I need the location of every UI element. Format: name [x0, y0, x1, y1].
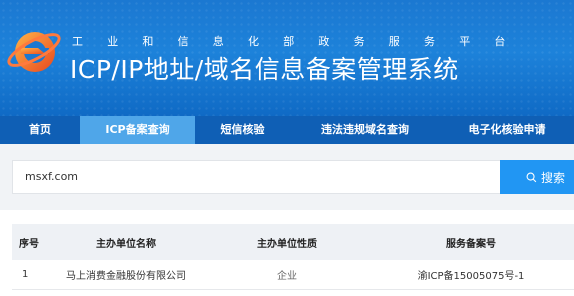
search-button[interactable]: 搜索	[500, 160, 574, 194]
header-index: 序号	[19, 238, 39, 250]
main-nav: 首页 ICP备案查询 短信核验 违法违规域名查询 电子化核验申请	[0, 116, 574, 144]
table-row[interactable]: 1 马上消费金融股份有限公司 企业 渝ICP备15005075号-1	[12, 260, 574, 290]
results-table: 序号 主办单位名称 主办单位性质 服务备案号 1 马上消费金融股份有限公司 企业…	[12, 224, 574, 290]
nav-home[interactable]: 首页	[0, 116, 80, 144]
system-title: ICP/IP地址/域名信息备案管理系统	[70, 55, 459, 84]
header-organizer-name: 主办单位名称	[96, 238, 156, 250]
nav-icp-query[interactable]: ICP备案查询	[80, 116, 195, 144]
header-organizer-type: 主办单位性质	[257, 238, 317, 250]
row-organizer-name: 马上消费金融股份有限公司	[66, 271, 186, 282]
platform-subtitle: 工业和信息化部政务服务平台	[72, 35, 530, 48]
page: 工业和信息化部政务服务平台 ICP/IP地址/域名信息备案管理系统 首页 ICP…	[0, 0, 574, 296]
header-record-number: 服务备案号	[446, 238, 496, 250]
header-banner: 工业和信息化部政务服务平台 ICP/IP地址/域名信息备案管理系统	[0, 0, 574, 116]
magnifier-icon	[526, 172, 537, 183]
row-organizer-type: 企业	[277, 271, 297, 282]
search-input-value: msxf.com	[25, 170, 79, 183]
table-header: 序号 主办单位名称 主办单位性质 服务备案号	[12, 224, 574, 260]
nav-illegal-domain-query[interactable]: 违法违规域名查询	[290, 116, 440, 144]
search-area: msxf.com 搜索	[0, 144, 574, 210]
search-input[interactable]: msxf.com	[12, 160, 500, 194]
row-record-number: 渝ICP备15005075号-1	[417, 271, 525, 282]
nav-e-verify-apply[interactable]: 电子化核验申请	[440, 116, 574, 144]
row-index: 1	[22, 269, 29, 280]
site-logo-icon	[7, 32, 61, 72]
search-button-label: 搜索	[541, 170, 566, 185]
nav-sms-verify[interactable]: 短信核验	[195, 116, 290, 144]
